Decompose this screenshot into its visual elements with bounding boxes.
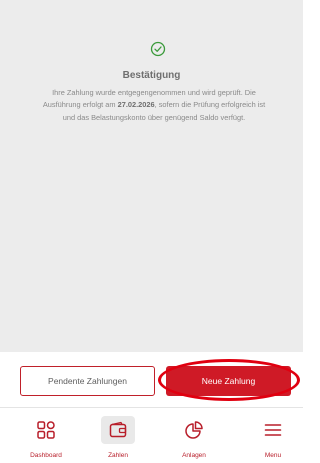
nav-label-zahlen: Zahlen (108, 452, 128, 459)
confirmation-panel: Bestätigung Ihre Zahlung wurde entgegeng… (0, 0, 303, 352)
nav-item-dashboard[interactable]: Dashboard (16, 408, 76, 463)
nav-label-anlagen: Anlagen (182, 452, 206, 459)
nav-label-menu: Menu (264, 452, 282, 459)
execution-date: 27.02.2026 (117, 100, 155, 110)
action-bar: Pendente Zahlungen Neue Zahlung (0, 352, 303, 407)
nav-item-menu[interactable]: Menu (243, 408, 303, 463)
pending-payments-button[interactable]: Pendente Zahlungen (20, 366, 155, 396)
bottom-navigation: Dashboard Zahlen Anlagen Menu (0, 407, 303, 462)
confirmation-title: Bestätigung (122, 70, 181, 81)
pie-chart-icon (185, 421, 203, 439)
nav-item-zahlen[interactable]: Zahlen (88, 408, 148, 463)
nav-label-dashboard: Dashboard (30, 452, 62, 459)
new-payment-button[interactable]: Neue Zahlung (166, 366, 291, 396)
nav-item-anlagen[interactable]: Anlagen (164, 408, 224, 463)
check-circle-icon (150, 41, 166, 57)
grid-icon (37, 421, 55, 439)
confirmation-message: Ihre Zahlung wurde entgegengenommen und … (38, 87, 270, 124)
hamburger-menu-icon (264, 424, 282, 436)
wallet-icon (109, 421, 127, 438)
